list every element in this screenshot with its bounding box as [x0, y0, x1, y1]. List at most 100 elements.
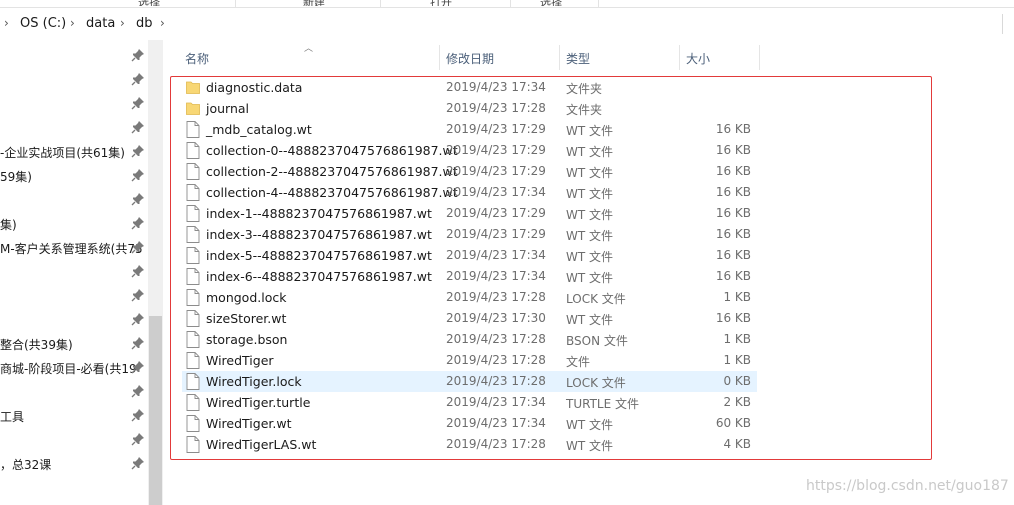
file-name: index-1--4888237047576861987.wt	[206, 206, 432, 221]
breadcrumb-chevron-icon[interactable]: ›	[4, 16, 9, 30]
navigation-scrollbar[interactable]	[148, 40, 163, 505]
pin-icon[interactable]	[131, 48, 145, 62]
file-row[interactable]: storage.bson 2019/4/23 17:28 BSON 文件 1 KB	[182, 329, 757, 350]
column-header-type[interactable]: 类型	[566, 45, 590, 70]
file-icon	[186, 331, 200, 348]
pin-icon[interactable]	[131, 384, 145, 398]
file-size: 16 KB	[715, 227, 751, 241]
nav-quick-access-item[interactable]	[0, 284, 148, 308]
scrollbar-thumb[interactable]	[149, 316, 162, 505]
file-row[interactable]: collection-4--4888237047576861987.wt 2019…	[182, 182, 757, 203]
file-type: LOCK 文件	[566, 292, 626, 306]
file-row[interactable]: index-1--4888237047576861987.wt 2019/4/23…	[182, 203, 757, 224]
ribbon-tab-fragment[interactable]: 选择	[138, 0, 160, 6]
file-size: 1 KB	[723, 353, 751, 367]
pin-icon[interactable]	[131, 240, 145, 254]
file-row[interactable]: sizeStorer.wt 2019/4/23 17:30 WT 文件 16 KB	[182, 308, 757, 329]
file-name: diagnostic.data	[206, 80, 303, 95]
ribbon-strip: 选择 新建 打开 选择	[0, 0, 1014, 8]
pin-icon[interactable]	[131, 192, 145, 206]
file-row[interactable]: WiredTiger 2019/4/23 17:28 文件 1 KB	[182, 350, 757, 371]
nav-quick-access-item[interactable]	[0, 44, 148, 68]
file-row[interactable]: index-3--4888237047576861987.wt 2019/4/23…	[182, 224, 757, 245]
file-row[interactable]: index-5--4888237047576861987.wt 2019/4/23…	[182, 245, 757, 266]
pin-icon[interactable]	[131, 288, 145, 302]
pin-icon[interactable]	[131, 432, 145, 446]
nav-quick-access-item[interactable]: M-客户关系管理系统(共75	[0, 236, 148, 260]
nav-quick-access-item[interactable]	[0, 428, 148, 452]
pin-icon[interactable]	[131, 336, 145, 350]
file-row[interactable]: WiredTiger.turtle 2019/4/23 17:34 TURTLE 文…	[182, 392, 757, 413]
nav-quick-access-item[interactable]	[0, 116, 148, 140]
folder-row[interactable]: diagnostic.data 2019/4/23 17:34 文件夹	[182, 77, 757, 98]
file-row[interactable]: collection-0--4888237047576861987.wt 2019…	[182, 140, 757, 161]
pin-icon[interactable]	[131, 216, 145, 230]
pin-icon[interactable]	[131, 120, 145, 134]
column-divider[interactable]	[439, 45, 440, 70]
pin-icon[interactable]	[131, 168, 145, 182]
column-divider[interactable]	[759, 45, 760, 70]
breadcrumb-chevron-icon[interactable]: ›	[120, 16, 125, 30]
ribbon-tab-fragment[interactable]: 新建	[303, 0, 325, 6]
pin-icon[interactable]	[131, 72, 145, 86]
column-header-row: ︿ 名称 修改日期 类型 大小	[164, 44, 764, 70]
nav-quick-access-item[interactable]: ，总32课	[0, 452, 148, 476]
file-type: WT 文件	[566, 166, 614, 180]
ribbon-divider	[510, 0, 511, 8]
breadcrumb-data[interactable]: data	[86, 16, 115, 31]
nav-quick-access-item[interactable]	[0, 260, 148, 284]
file-row[interactable]: WiredTiger.wt 2019/4/23 17:34 WT 文件 60 KB	[182, 413, 757, 434]
ribbon-tab-fragment[interactable]: 打开	[430, 0, 452, 6]
column-header-size[interactable]: 大小	[686, 45, 710, 70]
nav-quick-access-item[interactable]: -企业实战项目(共61集)	[0, 140, 148, 164]
pin-icon[interactable]	[131, 312, 145, 326]
column-divider[interactable]	[559, 45, 560, 70]
pin-icon[interactable]	[131, 456, 145, 470]
nav-quick-access-item[interactable]: 商城-阶段项目-必看(共19	[0, 356, 148, 380]
pin-icon[interactable]	[131, 96, 145, 110]
folder-row[interactable]: journal 2019/4/23 17:28 文件夹	[182, 98, 757, 119]
file-icon	[186, 310, 200, 327]
file-row[interactable]: _mdb_catalog.wt 2019/4/23 17:29 WT 文件 16 KB	[182, 119, 757, 140]
nav-item-label: 工具	[0, 410, 25, 424]
column-header-name[interactable]: 名称	[185, 45, 209, 70]
nav-quick-access-item[interactable]: 集)	[0, 212, 148, 236]
file-row[interactable]: mongod.lock 2019/4/23 17:28 LOCK 文件 1 KB	[182, 287, 757, 308]
address-bar[interactable]: › OS (C:) › data › db ›	[0, 10, 1014, 38]
breadcrumb-db[interactable]: db	[136, 16, 153, 31]
file-row[interactable]: WiredTigerLAS.wt 2019/4/23 17:28 WT 文件 4 KB	[182, 434, 757, 455]
column-header-date[interactable]: 修改日期	[446, 45, 494, 70]
ribbon-tab-fragment[interactable]: 选择	[540, 0, 562, 6]
pin-icon[interactable]	[131, 408, 145, 422]
column-divider[interactable]	[679, 45, 680, 70]
nav-quick-access-item[interactable]: 59集)	[0, 164, 148, 188]
breadcrumb-chevron-icon[interactable]: ›	[160, 16, 165, 30]
file-size: 1 KB	[723, 332, 751, 346]
pin-icon[interactable]	[131, 264, 145, 278]
pin-icon[interactable]	[131, 360, 145, 374]
pin-icon[interactable]	[131, 144, 145, 158]
file-modified-date: 2019/4/23 17:34	[446, 416, 546, 430]
file-icon	[186, 352, 200, 369]
file-modified-date: 2019/4/23 17:28	[446, 290, 546, 304]
breadcrumb-chevron-icon[interactable]: ›	[70, 16, 75, 30]
nav-quick-access-item[interactable]	[0, 380, 148, 404]
file-icon	[186, 142, 200, 159]
file-size: 1 KB	[723, 290, 751, 304]
file-row[interactable]: collection-2--4888237047576861987.wt 2019…	[182, 161, 757, 182]
file-name: WiredTigerLAS.wt	[206, 437, 317, 452]
file-size: 16 KB	[715, 248, 751, 262]
nav-quick-access-item[interactable]: 工具	[0, 404, 148, 428]
file-modified-date: 2019/4/23 17:34	[446, 248, 546, 262]
file-type: BSON 文件	[566, 334, 628, 348]
nav-quick-access-item[interactable]	[0, 92, 148, 116]
file-row[interactable]: WiredTiger.lock 2019/4/23 17:28 LOCK 文件 0 K…	[182, 371, 757, 392]
nav-quick-access-item[interactable]: 整合(共39集)	[0, 332, 148, 356]
file-type: WT 文件	[566, 229, 614, 243]
nav-quick-access-item[interactable]	[0, 308, 148, 332]
file-type: WT 文件	[566, 313, 614, 327]
breadcrumb-os-drive[interactable]: OS (C:)	[20, 16, 66, 31]
nav-quick-access-item[interactable]	[0, 68, 148, 92]
file-row[interactable]: index-6--4888237047576861987.wt 2019/4/23…	[182, 266, 757, 287]
nav-quick-access-item[interactable]	[0, 188, 148, 212]
